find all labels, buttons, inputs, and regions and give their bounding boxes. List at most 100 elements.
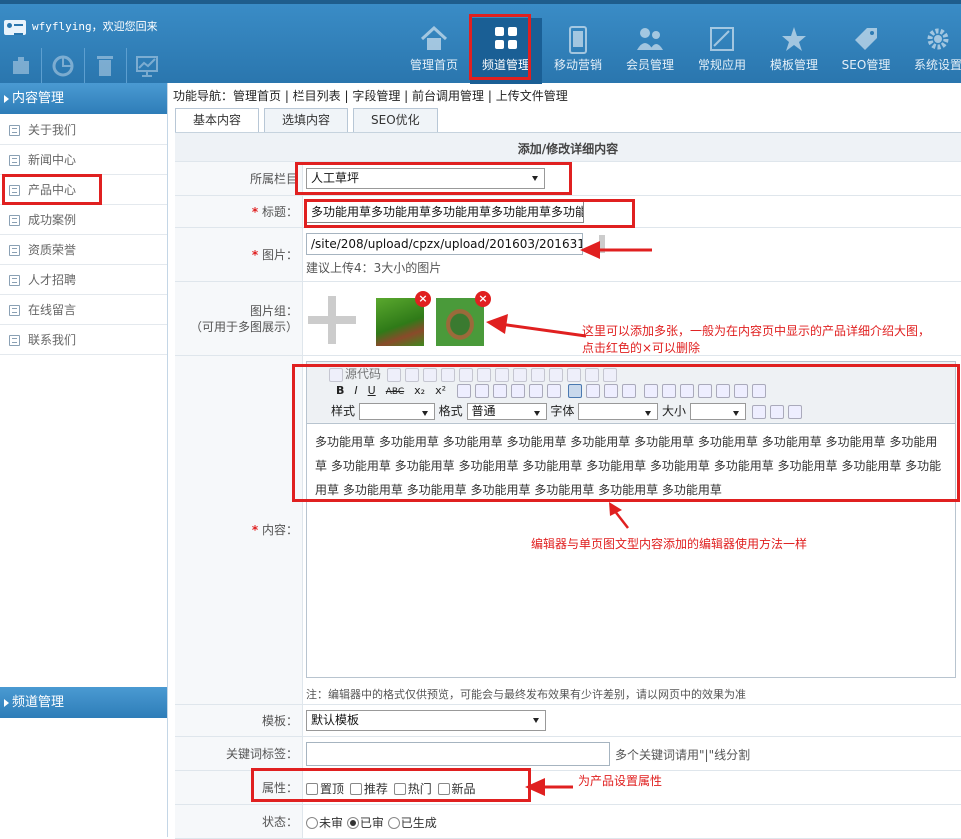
- sidebar-item-honors[interactable]: 资质荣誉: [0, 235, 167, 265]
- attr-hot-checkbox[interactable]: 热门: [393, 782, 432, 796]
- source-code-button[interactable]: 源代码: [327, 367, 381, 382]
- bold-button[interactable]: B: [336, 384, 344, 397]
- function-nav[interactable]: 功能导航：管理首页 | 栏目列表 | 字段管理 | 前台调用管理 | 上传文件管…: [173, 87, 568, 104]
- attr-new-checkbox[interactable]: 新品: [437, 782, 476, 796]
- document-icon: [9, 335, 20, 346]
- trash-icon[interactable]: [85, 48, 127, 84]
- flash-icon[interactable]: [715, 384, 730, 398]
- anchor-icon[interactable]: [679, 384, 694, 398]
- subscript-button[interactable]: x₂: [414, 384, 425, 397]
- nav-apps[interactable]: 常规应用: [686, 18, 758, 84]
- nav-settings[interactable]: 系统设置: [902, 18, 961, 84]
- sidebar-item-jobs[interactable]: 人才招聘: [0, 265, 167, 295]
- category-select[interactable]: 人工草坪: [306, 168, 545, 189]
- align-right-icon[interactable]: [604, 384, 619, 398]
- unordered-list-icon[interactable]: [474, 384, 489, 398]
- image-path-input[interactable]: /site/208/upload/cpzx/upload/201603/2016…: [306, 233, 583, 255]
- superscript-button[interactable]: x²: [435, 384, 446, 397]
- cut-icon[interactable]: [422, 367, 437, 382]
- add-image-button[interactable]: [308, 296, 356, 344]
- italic-button[interactable]: I: [354, 384, 357, 397]
- select-all-icon[interactable]: [566, 367, 581, 382]
- strike-button[interactable]: ABC: [386, 387, 404, 397]
- gallery-thumb-1[interactable]: [376, 298, 424, 346]
- keywords-input[interactable]: [306, 742, 610, 766]
- unlink-icon[interactable]: [661, 384, 676, 398]
- sidebar-item-contact[interactable]: 联系我们: [0, 325, 167, 355]
- copy-icon[interactable]: [440, 367, 455, 382]
- gallery-arrow: [486, 314, 587, 338]
- quote-icon[interactable]: [528, 384, 543, 398]
- paste-icon[interactable]: [458, 367, 473, 382]
- document-icon: [9, 245, 20, 256]
- tab-optional[interactable]: 选填内容: [264, 108, 349, 132]
- tab-basic[interactable]: 基本内容: [175, 108, 260, 132]
- nav-seo[interactable]: SEO管理: [830, 18, 902, 84]
- nav-mobile[interactable]: 移动营销: [542, 18, 614, 84]
- template-label: 模板：: [261, 713, 298, 728]
- title-input[interactable]: 多功能用草多功能用草多功能用草多功能用草多功能: [306, 201, 584, 223]
- required-mark: *: [251, 204, 259, 219]
- format-select[interactable]: 普通: [466, 403, 547, 420]
- stats-icon[interactable]: [127, 48, 168, 84]
- print-icon[interactable]: [494, 367, 509, 382]
- underline-button[interactable]: U: [368, 384, 376, 397]
- nav-channel[interactable]: 频道管理: [470, 18, 542, 84]
- clear-format-icon[interactable]: [602, 367, 617, 382]
- tab-seo[interactable]: SEO优化: [353, 108, 438, 132]
- attr-recommend-checkbox[interactable]: 推荐: [349, 782, 388, 796]
- sidebar-item-news[interactable]: 新闻中心: [0, 145, 167, 175]
- sidebar-item-messages[interactable]: 在线留言: [0, 295, 167, 325]
- delete-thumb-2-icon[interactable]: ×: [475, 291, 491, 307]
- nav-members[interactable]: 会员管理: [614, 18, 686, 84]
- sidebar-item-about[interactable]: 关于我们: [0, 115, 167, 145]
- preview-icon[interactable]: [404, 367, 419, 382]
- media-icon[interactable]: [733, 384, 748, 398]
- attributes-group: 置顶 推荐 热门 新品: [306, 780, 476, 797]
- indent-icon[interactable]: [510, 384, 525, 398]
- maximize-icon[interactable]: [787, 404, 802, 419]
- status-reviewed-radio[interactable]: 已审: [346, 816, 384, 830]
- content-icon[interactable]: [0, 48, 43, 84]
- iframe-icon[interactable]: [751, 384, 766, 398]
- template-select[interactable]: 默认模板: [306, 710, 546, 731]
- status-generated-radio[interactable]: 已生成: [387, 816, 437, 830]
- gallery-note: 这里可以添加多张，一般为在内容页中显示的产品详细介绍大图， 点击红色的×可以删除: [582, 323, 930, 357]
- delete-thumb-1-icon[interactable]: ×: [415, 291, 431, 307]
- sidebar-item-cases[interactable]: 成功案例: [0, 205, 167, 235]
- redo-icon[interactable]: [530, 367, 545, 382]
- table-icon[interactable]: [584, 367, 599, 382]
- gallery-thumb-2[interactable]: [436, 298, 484, 346]
- align-center-icon[interactable]: [586, 384, 601, 398]
- size-select[interactable]: [689, 403, 746, 420]
- chart-icon[interactable]: [42, 48, 85, 84]
- ordered-list-icon[interactable]: [456, 384, 471, 398]
- font-select[interactable]: [578, 403, 659, 420]
- find-icon[interactable]: [548, 367, 563, 382]
- bg-color-icon[interactable]: [769, 404, 784, 419]
- image-label: 图片：: [261, 247, 298, 262]
- text-color-icon[interactable]: [751, 404, 766, 419]
- gallery-sublabel: （可用于多图展示）: [189, 319, 298, 334]
- div-icon[interactable]: [546, 384, 561, 398]
- style-select[interactable]: [358, 403, 435, 420]
- category-row: 所属栏目 人工草坪: [175, 162, 961, 196]
- align-left-icon[interactable]: [568, 384, 583, 398]
- style-label: 样式: [330, 404, 355, 418]
- star-icon: [782, 27, 806, 51]
- editor-arrow: [609, 502, 629, 529]
- sidebar-item-products[interactable]: 产品中心: [0, 175, 167, 205]
- justify-icon[interactable]: [622, 384, 637, 398]
- new-doc-icon[interactable]: [386, 367, 401, 382]
- undo-icon[interactable]: [512, 367, 527, 382]
- nav-templates[interactable]: 模板管理: [758, 18, 830, 84]
- image-icon[interactable]: [697, 384, 712, 398]
- link-icon[interactable]: [643, 384, 658, 398]
- outdent-icon[interactable]: [492, 384, 507, 398]
- nav-home[interactable]: 管理首页: [398, 18, 470, 84]
- sidebar-section-channel[interactable]: 频道管理: [0, 687, 167, 718]
- attr-top-checkbox[interactable]: 置顶: [306, 782, 344, 796]
- paste-word-icon[interactable]: [476, 367, 491, 382]
- sidebar-section-content[interactable]: 内容管理: [0, 83, 167, 114]
- status-unreviewed-radio[interactable]: 未审: [306, 816, 343, 830]
